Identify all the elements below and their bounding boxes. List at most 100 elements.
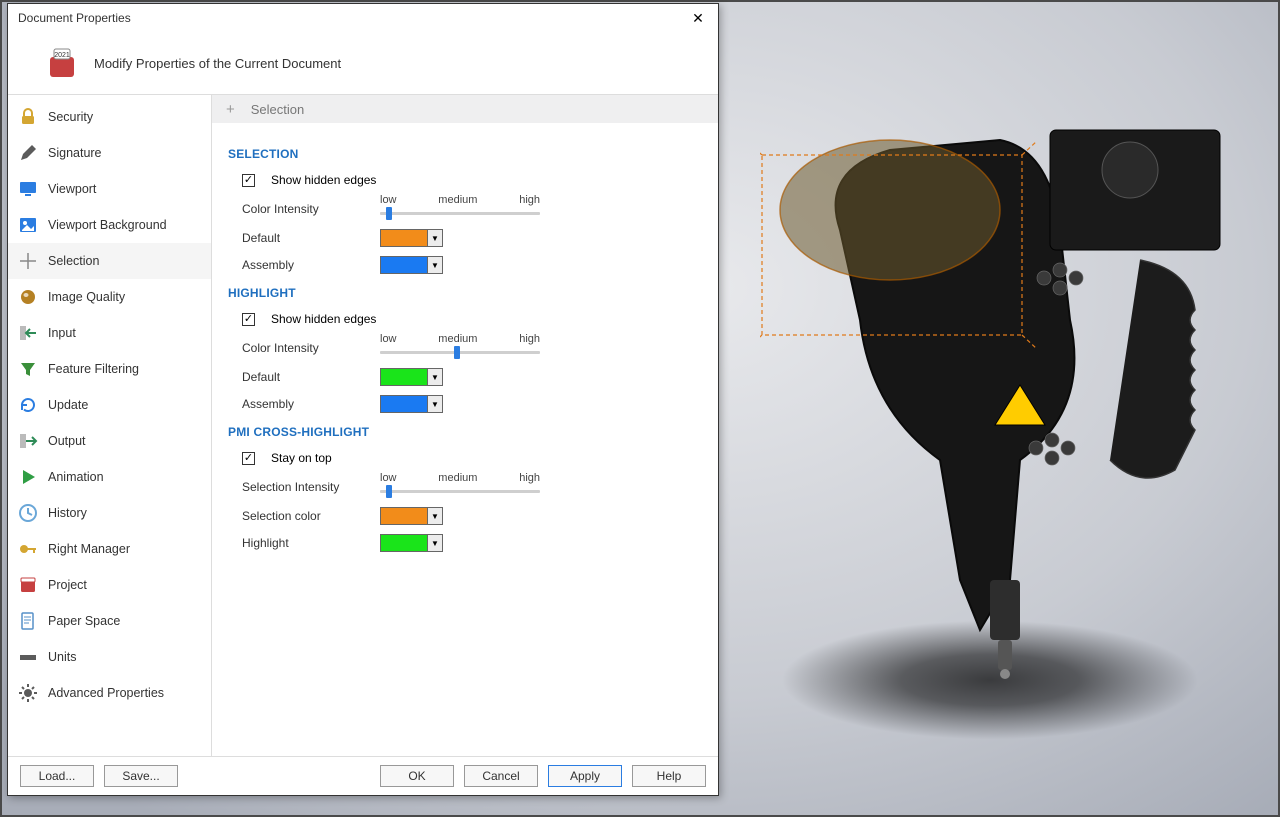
content-panel: + Selection SELECTION Show hidden edges … [212,95,718,756]
pmi-stay-on-top-label: Stay on top [271,451,332,465]
sidebar-item-units[interactable]: Units [8,639,211,675]
load-button[interactable]: Load... [20,765,94,787]
title-bar: Document Properties ✕ [8,4,718,32]
section-title: Selection [251,102,304,117]
sidebar-item-viewport-background[interactable]: Viewport Background [8,207,211,243]
sphere-icon [18,287,38,307]
cursor-icon [18,251,38,271]
chevron-down-icon[interactable]: ▼ [428,229,443,247]
apply-button[interactable]: Apply [548,765,622,787]
chevron-down-icon[interactable]: ▼ [428,256,443,274]
ok-button[interactable]: OK [380,765,454,787]
sidebar-item-label: Selection [48,254,99,268]
sidebar-item-history[interactable]: History [8,495,211,531]
pmi-selection-color[interactable]: ▼ [380,507,443,525]
sidebar-item-animation[interactable]: Animation [8,459,211,495]
sidebar-item-label: Advanced Properties [48,686,164,700]
model-shadow [780,620,1200,740]
sidebar-item-paper-space[interactable]: Paper Space [8,603,211,639]
sidebar-item-label: Units [48,650,76,664]
arrow-in-icon [18,323,38,343]
filter-icon [18,359,38,379]
package-icon [18,575,38,595]
sidebar-item-selection[interactable]: Selection [8,243,211,279]
page-icon [18,611,38,631]
section-header: + Selection [212,95,718,123]
category-sidebar: Security Signature Viewport Viewport Backgr… [8,95,212,756]
highlight-intensity-slider[interactable]: lowmediumhigh [380,335,540,361]
chevron-down-icon[interactable]: ▼ [428,534,443,552]
sidebar-item-label: Image Quality [48,290,125,304]
sidebar-item-label: Security [48,110,93,124]
chevron-down-icon[interactable]: ▼ [428,368,443,386]
plus-icon: + [226,101,235,118]
sidebar-item-label: Right Manager [48,542,130,556]
highlight-assembly-color[interactable]: ▼ [380,395,443,413]
selection-intensity-label: Color Intensity [242,202,370,216]
sidebar-item-label: Feature Filtering [48,362,139,376]
pmi-stay-on-top-checkbox[interactable] [242,452,255,465]
arrow-out-icon [18,431,38,451]
highlight-show-hidden-checkbox[interactable] [242,313,255,326]
dialog-footer: Load... Save... OK Cancel Apply Help [8,757,718,795]
sidebar-item-label: Output [48,434,86,448]
sidebar-item-input[interactable]: Input [8,315,211,351]
selection-show-hidden-checkbox[interactable] [242,174,255,187]
clock-icon [18,503,38,523]
pmi-highlight-color[interactable]: ▼ [380,534,443,552]
group-selection-title: SELECTION [228,147,702,161]
selection-intensity-slider[interactable]: lowmediumhigh [380,196,540,222]
dialog-subtitle: Modify Properties of the Current Documen… [94,56,341,71]
sidebar-item-label: Viewport [48,182,96,196]
highlight-assembly-label: Assembly [242,397,370,411]
dialog-header: 2021 Modify Properties of the Current Do… [8,32,718,94]
highlight-default-label: Default [242,370,370,384]
sidebar-item-update[interactable]: Update [8,387,211,423]
close-icon: ✕ [692,10,704,27]
cancel-button[interactable]: Cancel [464,765,538,787]
close-button[interactable]: ✕ [684,7,712,29]
sidebar-item-right-manager[interactable]: Right Manager [8,531,211,567]
lock-icon [18,107,38,127]
sidebar-item-advanced-properties[interactable]: Advanced Properties [8,675,211,711]
pen-icon [18,143,38,163]
sidebar-item-label: Update [48,398,88,412]
sidebar-item-image-quality[interactable]: Image Quality [8,279,211,315]
sidebar-item-label: Project [48,578,87,592]
save-button[interactable]: Save... [104,765,178,787]
sidebar-item-label: Animation [48,470,104,484]
ruler-icon [18,647,38,667]
selection-show-hidden-label: Show hidden edges [271,173,376,187]
highlight-intensity-label: Color Intensity [242,341,370,355]
sidebar-item-output[interactable]: Output [8,423,211,459]
group-pmi-title: PMI CROSS-HIGHLIGHT [228,425,702,439]
sidebar-item-signature[interactable]: Signature [8,135,211,171]
help-button[interactable]: Help [632,765,706,787]
key-icon [18,539,38,559]
group-highlight-title: HIGHLIGHT [228,286,702,300]
sidebar-item-label: Paper Space [48,614,120,628]
monitor-icon [18,179,38,199]
document-properties-dialog: Document Properties ✕ 2021 Modify Proper… [7,3,719,796]
selection-assembly-color[interactable]: ▼ [380,256,443,274]
sidebar-item-feature-filtering[interactable]: Feature Filtering [8,351,211,387]
sidebar-item-project[interactable]: Project [8,567,211,603]
image-icon [18,215,38,235]
document-properties-icon: 2021 [44,45,80,81]
play-icon [18,467,38,487]
sidebar-item-label: Viewport Background [48,218,167,232]
sidebar-item-viewport[interactable]: Viewport [8,171,211,207]
sidebar-item-label: History [48,506,87,520]
selection-default-color[interactable]: ▼ [380,229,443,247]
highlight-default-color[interactable]: ▼ [380,368,443,386]
pmi-highlight-label: Highlight [242,536,370,550]
dialog-title: Document Properties [18,11,684,25]
highlight-show-hidden-label: Show hidden edges [271,312,376,326]
selection-assembly-label: Assembly [242,258,370,272]
sidebar-item-security[interactable]: Security [8,99,211,135]
chevron-down-icon[interactable]: ▼ [428,395,443,413]
chevron-down-icon[interactable]: ▼ [428,507,443,525]
selection-default-label: Default [242,231,370,245]
pmi-intensity-slider[interactable]: lowmediumhigh [380,474,540,500]
svg-text:2021: 2021 [54,52,70,59]
